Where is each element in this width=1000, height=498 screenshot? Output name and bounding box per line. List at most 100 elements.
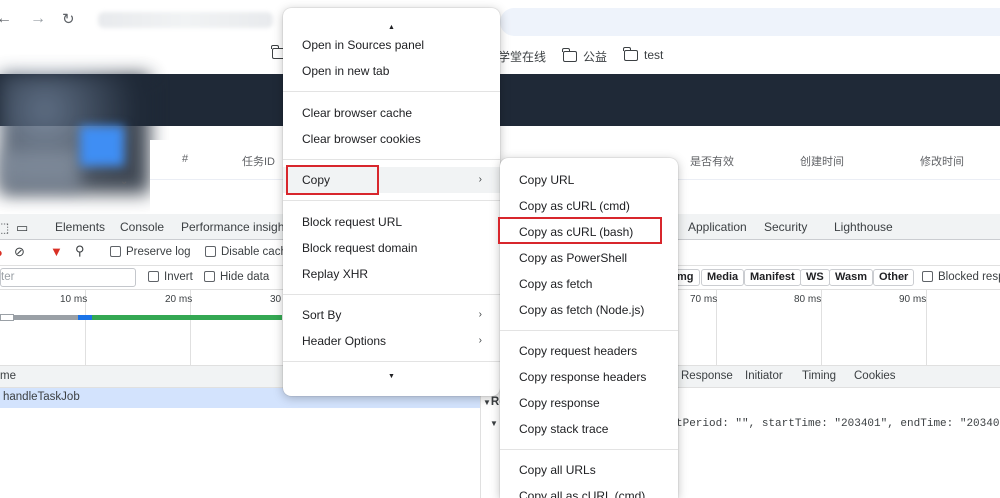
timeline-tick: 90 ms [899,294,927,305]
bookmarks-bar: 学堂在线 公益 test [0,40,1000,74]
filter-input[interactable]: ter [0,268,136,287]
column-header: 创建时间 [800,156,844,168]
menu-item-label: Copy as cURL (cmd) [519,199,630,213]
scroll-down-icon[interactable]: ▼ [388,373,395,380]
preserve-log-checkbox[interactable]: Preserve log [110,246,191,258]
back-icon[interactable]: ← [0,10,12,28]
forward-icon[interactable]: → [30,10,46,28]
inspect-icon[interactable]: ⬚ [0,220,9,236]
bookmark-label: 公益 [583,50,608,64]
copy-submenu: Copy URL Copy as cURL (cmd) Copy as cURL… [500,158,678,498]
chevron-right-icon: › [478,174,482,185]
filter-chip-wasm[interactable]: Wasm [829,269,873,286]
submenu-item-copy-all-curl-cmd[interactable]: Copy all as cURL (cmd) [500,483,678,498]
caret-down-icon: ▼ [483,398,491,407]
address-bar-right[interactable] [500,8,1000,36]
menu-item-open-in-new-tab[interactable]: Open in new tab [283,58,500,84]
record-icon[interactable]: ● [0,245,3,260]
checkbox-icon [110,246,121,257]
chevron-right-icon: › [478,309,482,320]
menu-item-label: Header Options [302,334,387,348]
tab-console[interactable]: Console [120,220,164,234]
bookmark-xuetang[interactable]: 学堂在线 [498,48,546,65]
menu-item-block-request-domain[interactable]: Block request domain [283,235,500,261]
timeline-tick: 10 ms [60,294,88,305]
bookmark-gongyi[interactable]: 公益 [562,48,608,65]
blocked-label: Blocked resp [938,271,1000,283]
checkbox-icon [204,271,215,282]
blurred-button[interactable] [80,126,124,166]
curl-bash-highlight-box [498,217,662,244]
bookmark-test[interactable]: test [623,46,664,62]
menu-item-label: Copy as fetch (Node.js) [519,303,645,317]
invert-label: Invert [164,271,193,283]
timeline-tick: 70 ms [690,294,718,305]
submenu-item-copy-fetch-node[interactable]: Copy as fetch (Node.js) [500,297,678,323]
column-header: 修改时间 [920,156,964,168]
caret-down-icon[interactable]: ▼ [490,419,498,428]
filter-chip-media[interactable]: Media [701,269,745,286]
submenu-item-copy-all-urls[interactable]: Copy all URLs [500,457,678,483]
submenu-item-copy-url[interactable]: Copy URL [500,167,678,193]
bookmark-label: 学堂在线 [498,50,547,64]
search-icon[interactable]: ⚲ [75,243,85,259]
device-toggle-icon[interactable]: ▭ [16,220,28,236]
invert-checkbox[interactable]: Invert [148,271,193,283]
tab-lighthouse[interactable]: Lighthouse [834,220,893,234]
filter-icon[interactable]: ▼ [50,244,63,259]
menu-item-header-options[interactable]: Header Options › [283,328,500,354]
menu-item-block-request-url[interactable]: Block request URL [283,209,500,235]
tab-timing[interactable]: Timing [802,370,836,382]
submenu-item-copy-curl-cmd[interactable]: Copy as cURL (cmd) [500,193,678,219]
submenu-item-copy-response[interactable]: Copy response [500,390,678,416]
column-header: # [182,153,189,165]
timeline-bar-download [78,315,92,320]
bookmark-label: test [644,48,664,62]
menu-item-label: Copy response [519,396,600,410]
menu-item-label: Replay XHR [302,267,369,281]
copy-highlight-box [286,165,379,195]
menu-item-label: Block request URL [302,215,403,229]
menu-separator [500,330,678,331]
clear-icon[interactable]: ⊘ [14,244,25,260]
scroll-up-icon[interactable]: ▲ [388,24,395,31]
tab-initiator[interactable]: Initiator [745,370,783,382]
filter-chip-ws[interactable]: WS [800,269,830,286]
name-header-label: me [0,370,16,382]
submenu-item-copy-stack-trace[interactable]: Copy stack trace [500,416,678,442]
chevron-down-icon[interactable]: ⌄ [120,176,128,187]
blocked-response-checkbox[interactable]: Blocked resp [922,271,1000,283]
chevron-right-icon: › [478,335,482,346]
submenu-item-copy-response-headers[interactable]: Copy response headers [500,364,678,390]
tab-response[interactable]: Response [681,370,733,382]
menu-item-replay-xhr[interactable]: Replay XHR [283,261,500,287]
menu-item-label: Open in Sources panel [302,38,425,52]
reload-icon[interactable]: ↻ [62,10,75,28]
hide-data-checkbox[interactable]: Hide data [204,271,269,283]
filter-chip-manifest[interactable]: Manifest [744,269,801,286]
submenu-item-copy-request-headers[interactable]: Copy request headers [500,338,678,364]
menu-separator [283,159,500,160]
menu-item-label: Clear browser cookies [302,132,421,146]
submenu-item-copy-powershell[interactable]: Copy as PowerShell [500,245,678,271]
filter-chip-other[interactable]: Other [873,269,915,286]
page-header [0,74,1000,126]
disable-cache-checkbox[interactable]: Disable cach [205,246,287,258]
submenu-item-copy-fetch[interactable]: Copy as fetch [500,271,678,297]
menu-item-sort-by[interactable]: Sort By › [283,302,500,328]
menu-item-clear-cache[interactable]: Clear browser cache [283,100,500,126]
menu-item-clear-cookies[interactable]: Clear browser cookies [283,126,500,152]
menu-item-label: Copy response headers [519,370,647,384]
tab-elements[interactable]: Elements [55,220,105,234]
column-header: 是否有效 [690,156,734,168]
tab-security[interactable]: Security [764,220,807,234]
address-bar[interactable] [98,12,273,28]
tab-performance-insights[interactable]: Performance insights [181,220,294,234]
timeline-tick: 80 ms [794,294,822,305]
menu-item-label: Copy as fetch [519,277,593,291]
tab-application[interactable]: Application [688,220,747,234]
menu-item-open-in-sources[interactable]: Open in Sources panel [283,32,500,58]
menu-item-label: Copy all URLs [519,463,596,477]
tab-cookies[interactable]: Cookies [854,370,896,382]
preserve-log-label: Preserve log [126,246,191,258]
